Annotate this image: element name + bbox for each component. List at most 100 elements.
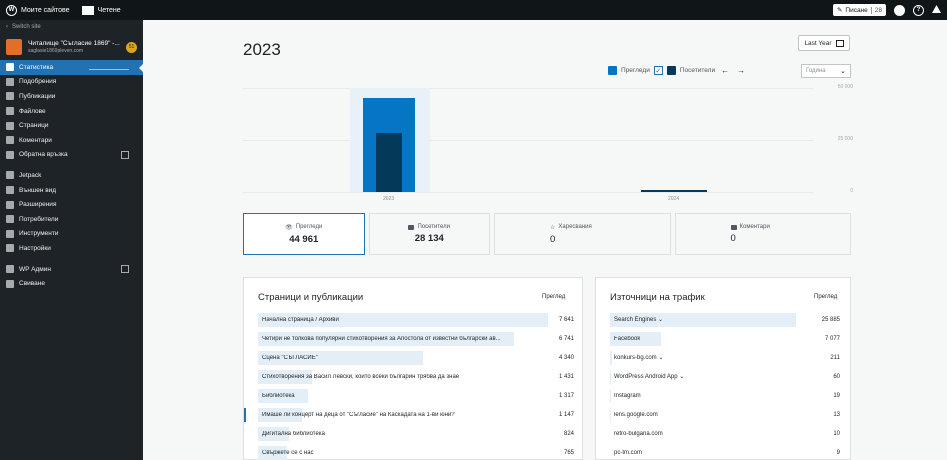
switch-site-link[interactable]: ‹ Switch site — [0, 20, 143, 34]
drafts-count[interactable]: 28 — [870, 6, 882, 14]
card-likes[interactable]: ☆ Харесвания 0 — [494, 213, 671, 255]
row-label[interactable]: lens.google.com — [610, 412, 658, 418]
avatar[interactable] — [894, 4, 905, 16]
arrow-right-icon[interactable]: → — [735, 66, 747, 75]
row-label[interactable]: Свържете се с нас — [258, 450, 314, 456]
sidebar-item-label: Обратна връзка — [19, 151, 68, 159]
help-icon[interactable]: ? — [913, 4, 924, 16]
sidebar-item[interactable]: Потребители — [0, 212, 143, 227]
table-row[interactable]: Имаше ли концерт на деца от "Съгласие" н… — [244, 407, 574, 422]
site-badge: 51 — [126, 41, 137, 53]
row-label[interactable]: retro-bulgaria.com — [610, 431, 663, 437]
bar-Посетители-2023[interactable] — [376, 133, 402, 192]
sidebar-item[interactable]: Коментари — [0, 133, 143, 148]
row-label[interactable]: WordPress Android App ⌄ — [610, 373, 684, 380]
card-visitors-value: 28 134 — [414, 233, 444, 244]
table-row[interactable]: retro-bulgaria.com 10 — [610, 426, 840, 441]
card-visitors[interactable]: Посетители 28 134 — [368, 213, 490, 255]
sidebar-item[interactable]: Разширения — [0, 197, 143, 212]
row-value: 6 741 — [558, 335, 574, 342]
table-row[interactable]: Дигитална библиотека 824 — [258, 426, 574, 441]
card-comments[interactable]: Коментари 0 — [674, 213, 851, 255]
table-row[interactable]: Facebook 7 077 — [610, 331, 840, 346]
star-icon: ☆ — [550, 224, 556, 231]
sidebar-item[interactable]: Обратна връзка — [0, 148, 143, 163]
sidebar-item[interactable]: Подобрения — [0, 75, 143, 90]
table-row[interactable]: Search Engines ⌄ 25 885 — [610, 312, 840, 327]
table-row[interactable]: WordPress Android App ⌄ 60 — [610, 369, 840, 384]
row-label[interactable]: Имаше ли концерт на деца от "Съгласие" н… — [258, 412, 455, 418]
reader-button[interactable]: Четене — [76, 0, 127, 20]
row-label[interactable]: Сцена "СЪГЛАСИЕ" — [258, 355, 318, 361]
card-likes-label: Харесвания — [558, 224, 592, 230]
table-row[interactable]: pc-tm.com 9 — [610, 445, 840, 460]
period-picker-button[interactable]: Last Year — [798, 35, 850, 51]
row-label[interactable]: Четири не толкова популярни стихотворени… — [258, 336, 501, 342]
sidebar-item-label: Потребители — [19, 215, 59, 223]
my-sites-button[interactable]: W Моите сайтове — [0, 0, 76, 20]
chart-legend: Прегледи ✓ Посетители ← → — [608, 66, 747, 75]
card-views[interactable]: 👁 Прегледи 44 961 — [243, 213, 365, 255]
sidebar-item[interactable]: Настройки — [0, 241, 143, 256]
sidebar-item-label: Свиване — [19, 280, 45, 288]
write-label: Писане — [845, 6, 868, 14]
sidebar-item-label: Публикации — [19, 92, 56, 100]
table-row[interactable]: Четири не толкова популярни стихотворени… — [258, 331, 574, 346]
notifications-icon[interactable] — [932, 5, 941, 13]
row-label[interactable]: Начална страница / Архиви — [258, 317, 339, 323]
row-value: 211 — [830, 354, 840, 361]
sidebar-item[interactable]: Страници — [0, 118, 143, 133]
row-label[interactable]: Дигитална библиотека — [258, 431, 325, 437]
site-name: Читалище "Съгласие 1869" -... — [28, 40, 120, 47]
eye-icon: 👁 — [285, 224, 293, 231]
table-row[interactable]: Стихотворения за Васил Левски, които все… — [258, 369, 574, 384]
row-value: 9 — [836, 449, 840, 456]
site-card[interactable]: Читалище "Съгласие 1869" -... saglasie18… — [0, 34, 143, 60]
row-label[interactable]: Facebook — [610, 336, 640, 342]
sidebar-item[interactable]: Публикации — [0, 89, 143, 104]
table-row[interactable]: konkurs-bg.com ⌄ 211 — [610, 350, 840, 365]
write-button[interactable]: ✎ Писане 28 — [832, 4, 886, 16]
reader-label: Четене — [97, 6, 121, 14]
sidebar-item-label: Подобрения — [19, 78, 57, 86]
sidebar-item[interactable]: Файлове — [0, 104, 143, 119]
table-row[interactable]: lens.google.com 13 — [610, 407, 840, 422]
interval-select[interactable]: Година ⌄ — [801, 64, 851, 78]
row-label[interactable]: Instagram — [610, 393, 641, 399]
row-value: 4 340 — [558, 354, 574, 361]
visitors-checkbox[interactable]: ✓ — [653, 66, 663, 75]
feedback-icon — [6, 150, 14, 159]
views-swatch[interactable] — [608, 66, 617, 75]
x-tick-label: 2023 — [383, 196, 395, 202]
row-label[interactable]: Библиотека — [258, 393, 295, 399]
table-row[interactable]: Начална страница / Архиви 7 641 — [258, 312, 574, 327]
row-label[interactable]: Search Engines ⌄ — [610, 316, 663, 323]
sidebar-item-label: Разширения — [19, 201, 57, 209]
table-row[interactable]: Сцена "СЪГЛАСИЕ" 4 340 — [258, 350, 574, 365]
posts-col-header: Преглед — [542, 294, 566, 300]
bar-Посетители-2024[interactable] — [641, 190, 707, 192]
sidebar-item[interactable]: WP Админ — [0, 262, 143, 277]
media-icon — [6, 107, 14, 116]
table-row[interactable]: Свържете се с нас 765 — [258, 445, 574, 460]
visitors-swatch[interactable] — [666, 66, 676, 75]
sidebar-item[interactable]: Свиване — [0, 276, 143, 291]
users-icon — [6, 215, 14, 224]
wordpress-icon: W — [6, 4, 17, 16]
table-row[interactable]: Библиотека 1 317 — [258, 388, 574, 403]
row-label[interactable]: Стихотворения за Васил Левски, които все… — [258, 374, 459, 380]
sidebar-item[interactable]: Външен вид — [0, 183, 143, 198]
plugin-icon — [6, 200, 14, 209]
period-label: Last Year — [804, 39, 832, 47]
arrow-left-icon[interactable]: ← — [719, 66, 731, 75]
sidebar-item[interactable]: Jetpack — [0, 168, 143, 183]
sidebar-item[interactable]: Статистика — [0, 60, 143, 75]
row-label[interactable]: konkurs-bg.com ⌄ — [610, 354, 663, 361]
interval-value: Година — [806, 68, 826, 74]
row-label[interactable]: pc-tm.com — [610, 450, 642, 456]
table-row[interactable]: Instagram 19 — [610, 388, 840, 403]
x-tick-label: 2024 — [668, 196, 680, 202]
row-value: 1 147 — [558, 411, 574, 418]
sidebar-item[interactable]: Инструменти — [0, 227, 143, 242]
row-value: 7 641 — [558, 316, 574, 323]
